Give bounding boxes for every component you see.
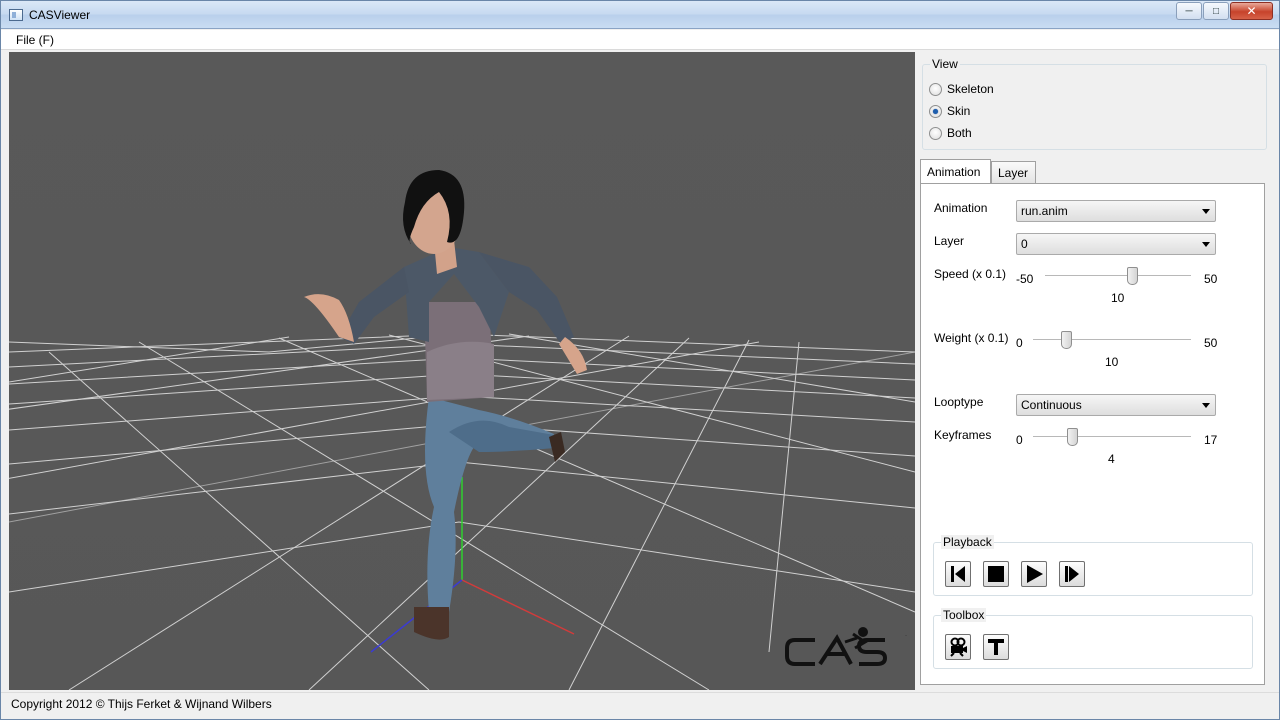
play-icon — [1027, 565, 1043, 583]
toolbox-group-title: Toolbox — [941, 608, 987, 622]
layer-label: Layer — [934, 234, 965, 248]
menu-file[interactable]: File (F) — [16, 33, 54, 47]
animation-select[interactable]: run.anim — [1016, 200, 1216, 222]
stop-icon — [988, 566, 1004, 582]
view-option-both[interactable]: Both — [929, 126, 972, 140]
scene-canvas[interactable]: CAS — [9, 52, 915, 690]
weight-label: Weight (x 0.1) — [934, 331, 1009, 345]
control-panel: View Skeleton Skin Both Animation Layer … — [919, 52, 1271, 688]
app-icon — [9, 9, 23, 21]
speed-slider-track — [1045, 275, 1191, 277]
skin-label: Skin — [947, 104, 971, 118]
layer-select[interactable]: 0 — [1016, 233, 1216, 255]
maximize-icon: □ — [1212, 5, 1220, 17]
speed-label: Speed (x 0.1) — [934, 267, 1007, 281]
camera-button[interactable] — [945, 634, 971, 660]
step-back-button[interactable] — [945, 561, 971, 587]
window-controls: ─ □ ✕ — [1176, 2, 1273, 20]
animation-tab-content: Animation run.anim Layer 0 Speed (x 0.1)… — [920, 183, 1265, 685]
looptype-select-value: Continuous — [1021, 398, 1082, 412]
title-bar[interactable]: CASViewer ─ □ ✕ — [1, 1, 1279, 29]
step-forward-button[interactable] — [1059, 561, 1085, 587]
tab-animation[interactable]: Animation — [920, 159, 991, 183]
keyframes-slider[interactable] — [1033, 427, 1191, 447]
copyright-text: Copyright 2012 © Thijs Ferket & Wijnand … — [11, 697, 272, 711]
minimize-button[interactable]: ─ — [1176, 2, 1202, 20]
keyframes-label: Keyframes — [934, 428, 992, 442]
keyframes-value: 4 — [1108, 452, 1115, 466]
both-label: Both — [947, 126, 972, 140]
text-tool-button[interactable] — [983, 634, 1009, 660]
looptype-select[interactable]: Continuous — [1016, 394, 1216, 416]
tab-layer[interactable]: Layer — [991, 161, 1036, 184]
close-icon: ✕ — [1246, 4, 1257, 18]
skeleton-radio[interactable] — [929, 82, 942, 96]
chevron-down-icon — [1202, 209, 1210, 214]
menu-bar: File (F) — [1, 30, 1279, 50]
skin-radio[interactable] — [929, 104, 942, 118]
weight-slider-thumb[interactable] — [1061, 331, 1072, 349]
skeleton-label: Skeleton — [947, 82, 994, 96]
keyframes-slider-thumb[interactable] — [1067, 428, 1078, 446]
weight-max: 50 — [1204, 336, 1218, 350]
chevron-down-icon — [1202, 403, 1210, 408]
weight-slider-track — [1033, 339, 1191, 341]
3d-viewport[interactable]: CAS — [9, 52, 915, 690]
main-window: CASViewer ─ □ ✕ File (F) CAS View Skelet… — [0, 0, 1280, 720]
animation-label: Animation — [934, 201, 988, 215]
stop-button[interactable] — [983, 561, 1009, 587]
both-radio[interactable] — [929, 126, 942, 140]
playback-group: Playback — [933, 535, 1253, 596]
weight-min: 0 — [1016, 336, 1023, 350]
close-button[interactable]: ✕ — [1230, 2, 1273, 20]
keyframes-min: 0 — [1016, 433, 1023, 447]
speed-slider[interactable] — [1045, 266, 1191, 286]
status-bar: Copyright 2012 © Thijs Ferket & Wijnand … — [1, 692, 1279, 714]
speed-value: 10 — [1111, 291, 1125, 305]
weight-value: 10 — [1105, 355, 1119, 369]
camera-icon — [950, 637, 967, 657]
speed-min: -50 — [1016, 272, 1034, 286]
step-back-icon — [951, 566, 965, 582]
looptype-label: Looptype — [934, 395, 984, 409]
play-button[interactable] — [1021, 561, 1047, 587]
toolbox-group: Toolbox — [933, 608, 1253, 669]
text-tool-icon — [988, 639, 1004, 655]
layer-select-value: 0 — [1021, 237, 1028, 251]
maximize-button[interactable]: □ — [1203, 2, 1229, 20]
window-title: CASViewer — [29, 8, 91, 22]
keyframes-max: 17 — [1204, 433, 1218, 447]
view-option-skin[interactable]: Skin — [929, 104, 970, 118]
view-group-title: View — [930, 57, 960, 71]
step-forward-icon — [1065, 566, 1079, 582]
chevron-down-icon — [1202, 242, 1210, 247]
animation-select-value: run.anim — [1021, 204, 1068, 218]
view-option-skeleton[interactable]: Skeleton — [929, 82, 994, 96]
view-group: View Skeleton Skin Both — [922, 57, 1267, 150]
speed-max: 50 — [1204, 272, 1218, 286]
playback-group-title: Playback — [941, 535, 994, 549]
speed-slider-thumb[interactable] — [1127, 267, 1138, 285]
keyframes-slider-track — [1033, 436, 1191, 438]
weight-slider[interactable] — [1033, 330, 1191, 350]
minimize-icon: ─ — [1185, 5, 1193, 17]
